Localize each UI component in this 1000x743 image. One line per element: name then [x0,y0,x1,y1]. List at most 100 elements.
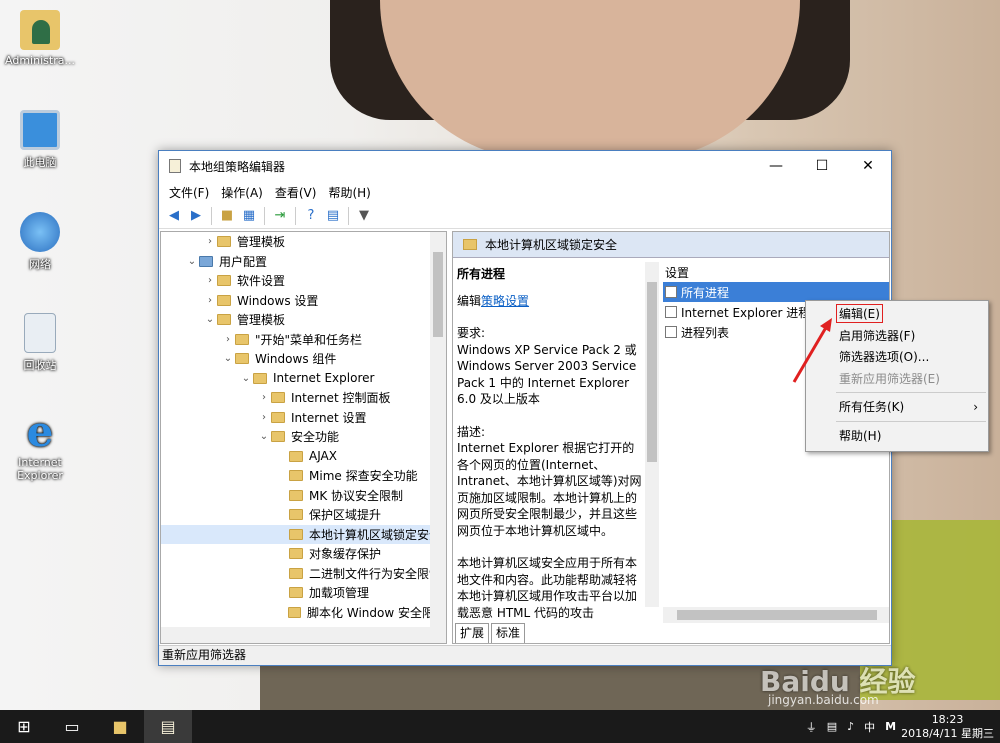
gpedit-taskbar-button[interactable]: ▤ [144,710,192,743]
close-icon: ✕ [862,158,874,174]
minimize-button[interactable]: — [753,151,799,181]
filter-button[interactable]: ▼ [353,206,375,226]
tree-node-label: 二进制文件行为安全限制 [309,566,442,581]
tree-node[interactable]: › Windows 设置 [161,291,446,311]
tab-extended[interactable]: 扩展 [455,623,490,643]
start-button[interactable]: ⊞ [0,710,48,743]
chevron-down-icon[interactable]: ⌄ [239,373,253,384]
chevron-down-icon[interactable]: ⌄ [221,353,235,364]
scroll-thumb[interactable] [433,252,443,337]
properties-button[interactable]: ▤ [322,206,344,226]
desktop-icon-recycle-bin[interactable]: 回收站 [0,313,80,373]
tree-node[interactable]: 对象缓存保护 [161,544,446,564]
export-list-button[interactable]: ⇥ [269,206,291,226]
tree-node[interactable]: AJAX [161,447,446,467]
menu-action[interactable]: 操作(A) [215,184,269,201]
tree-node[interactable]: › Internet 设置 [161,408,446,428]
tree-node[interactable]: MK 协议安全限制 [161,486,446,506]
tree-node[interactable]: 加载项管理 [161,583,446,603]
menu-file[interactable]: 文件(F) [163,184,215,201]
desktop-icon-label: 此电脑 [23,156,57,169]
desktop-icon-this-pc[interactable]: 此电脑 [0,110,80,170]
tab-standard[interactable]: 标准 [491,623,526,643]
chevron-right-icon[interactable]: › [257,412,271,423]
scroll-thumb[interactable] [677,610,877,620]
tree-pane-icon: ▦ [242,208,256,223]
chevron-down-icon[interactable]: ⌄ [203,314,217,325]
help-button[interactable]: ? [300,206,322,226]
tree-node[interactable]: 二进制文件行为安全限制 [161,564,446,584]
clock-date: 2018/4/11 星期三 [901,726,994,740]
tree-horizontal-scrollbar[interactable] [161,627,446,643]
tree-node-label: Windows 组件 [255,352,337,367]
folder-icon [271,411,285,423]
tree-node[interactable]: Mime 探查安全功能 [161,466,446,486]
help-icon: ? [307,208,315,223]
policy-setting-icon [665,326,677,338]
task-view-button[interactable]: ▭ [48,710,96,743]
usb-icon[interactable]: ⏚ [806,719,817,735]
show-hide-tree-button[interactable]: ▦ [238,206,260,226]
chevron-down-icon[interactable]: ⌄ [185,256,199,267]
tree-node[interactable]: ⌄ Windows 组件 [161,349,446,369]
tree-node[interactable]: ⌄ 用户配置 [161,252,446,272]
list-item-all-processes[interactable]: 所有进程 [663,282,889,302]
menu-item-all-tasks[interactable]: 所有任务(K) › [806,396,988,418]
chevron-down-icon[interactable]: ⌄ [257,431,271,442]
toolbar-separator [295,206,296,225]
chevron-right-icon[interactable]: › [257,392,271,403]
details-header: 本地计算机区域锁定安全 [453,232,889,258]
tree-node[interactable]: ⌄ 安全功能 [161,427,446,447]
edit-policy-link[interactable]: 策略设置 [481,294,529,308]
folder-icon [289,528,303,540]
menu-item-help[interactable]: 帮助(H) [806,425,988,447]
tree-node[interactable]: 保护区域提升 [161,505,446,525]
desktop-icon-administrator[interactable]: Administra... [0,10,80,67]
tree-node[interactable]: 脚本化 Window 安全限制 [161,603,446,623]
close-button[interactable]: ✕ [845,151,891,181]
tree-node-label: 加载项管理 [309,586,370,601]
desktop-icon-network[interactable]: 网络 [0,212,80,272]
menu-item-label: 所有任务(K) [839,400,905,415]
chevron-right-icon[interactable]: › [203,295,217,306]
chevron-right-icon[interactable]: › [221,334,235,345]
edit-prefix: 编辑 [457,293,482,308]
tree-node[interactable]: ⌄ 管理模板 [161,310,446,330]
forward-button[interactable]: ▶ [185,206,207,226]
desktop-icon-label: 回收站 [23,359,57,372]
tree-node[interactable]: › 软件设置 [161,271,446,291]
view-tabs: 扩展 标准 [455,623,527,643]
volume-icon[interactable]: ♪ [847,720,854,733]
tree-vertical-scrollbar[interactable] [430,232,446,627]
file-explorer-button[interactable]: ■ [96,710,144,743]
menu-view[interactable]: 查看(V) [269,184,323,201]
chevron-right-icon[interactable]: › [203,236,217,247]
clock[interactable]: 18:23 2018/4/11 星期三 [901,713,994,741]
scroll-thumb[interactable] [647,282,657,462]
desktop-icon-ie[interactable]: e Internet Explorer [0,411,80,483]
back-button[interactable]: ◀ [163,206,185,226]
tree-node[interactable]: 本地计算机区域锁定安全 [161,524,446,544]
tree-node-label: 管理模板 [237,313,286,328]
filter-icon: ▼ [359,208,369,223]
tree-node[interactable]: › 管理模板 [161,232,446,252]
up-folder-button[interactable]: ■ [216,206,238,226]
title-bar[interactable]: 本地组策略编辑器 — ☐ ✕ [159,151,891,181]
menu-help[interactable]: 帮助(H) [322,184,376,201]
settings-column-header[interactable]: 设置 [663,262,889,282]
tree-node-label: Mime 探查安全功能 [309,469,418,484]
ime-indicator[interactable]: 中 [864,719,875,735]
description-scrollbar[interactable] [645,262,659,607]
tree-node-label: MK 协议安全限制 [309,488,404,503]
list-horizontal-scrollbar[interactable] [663,607,889,623]
ime-mode-indicator[interactable]: M [885,720,896,733]
chevron-right-icon[interactable]: › [203,275,217,286]
details-header-title: 本地计算机区域锁定安全 [485,238,618,252]
network-tray-icon[interactable]: ▤ [827,720,837,733]
tree-node[interactable]: › Internet 控制面板 [161,388,446,408]
toolbar: ◀ ▶ ■ ▦ ⇥ ? ▤ ▼ [159,203,891,229]
maximize-button[interactable]: ☐ [799,151,845,181]
tree-node[interactable]: ⌄ Internet Explorer [161,369,446,389]
window-title: 本地组策略编辑器 [189,159,286,174]
tree-node[interactable]: › "开始"菜单和任务栏 [161,330,446,350]
